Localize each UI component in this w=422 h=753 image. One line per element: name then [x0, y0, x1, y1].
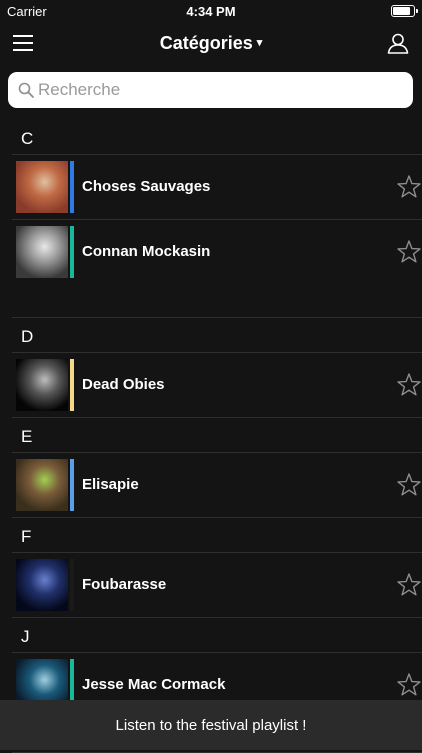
user-profile-icon[interactable]: [387, 32, 409, 54]
battery-icon: [391, 5, 418, 17]
artist-row[interactable]: Dead Obies: [12, 353, 422, 418]
favorite-star-icon[interactable]: [396, 372, 422, 398]
favorite-star-icon[interactable]: [396, 174, 422, 200]
artist-photo: [16, 161, 68, 213]
artist-name: Connan Mockasin: [82, 243, 211, 260]
category-color-bar: [70, 161, 74, 213]
artist-row[interactable]: Foubarasse: [12, 553, 422, 618]
favorite-star-icon[interactable]: [396, 572, 422, 598]
artist-row[interactable]: Connan Mockasin: [12, 220, 422, 318]
category-color-bar: [70, 459, 74, 511]
artist-list: C Choses Sauvages Connan Mockasin D Dead Obi…: [0, 120, 422, 753]
artist-photo: [16, 226, 68, 278]
artist-name: Elisapie: [82, 476, 139, 493]
search-bar[interactable]: [8, 72, 413, 108]
section-letter: E: [21, 427, 33, 446]
artist-photo: [16, 459, 68, 511]
section-header: E: [12, 418, 422, 453]
nav-title[interactable]: Catégories: [160, 33, 253, 53]
category-color-bar: [70, 559, 74, 611]
clock: 4:34 PM: [186, 4, 236, 19]
artist-name: Foubarasse: [82, 576, 167, 593]
favorite-star-icon[interactable]: [396, 239, 422, 265]
favorite-star-icon[interactable]: [396, 672, 422, 698]
category-color-bar: [70, 359, 74, 411]
artist-row[interactable]: Choses Sauvages: [12, 155, 422, 220]
artist-photo: [16, 359, 68, 411]
caret-down-icon[interactable]: ▾: [257, 36, 263, 49]
section-header: D: [12, 318, 422, 353]
footer-label[interactable]: Listen to the festival playlist !: [0, 717, 422, 734]
section-letter: D: [21, 327, 34, 346]
favorite-star-icon[interactable]: [396, 472, 422, 498]
playlist-footer-button[interactable]: Listen to the festival playlist !: [0, 700, 422, 750]
artist-name: Dead Obies: [82, 376, 165, 393]
artist-name: Jesse Mac Cormack: [82, 676, 226, 693]
navigation-bar: Catégories ▾: [0, 22, 422, 66]
search-input[interactable]: [38, 79, 398, 101]
section-header: C: [12, 120, 422, 155]
artist-name: Choses Sauvages: [82, 178, 211, 195]
section-header: J: [12, 618, 422, 653]
search-icon: [18, 82, 34, 98]
status-bar: Carrier 4:34 PM: [0, 0, 422, 22]
category-color-bar: [70, 226, 74, 278]
artist-row[interactable]: Elisapie: [12, 453, 422, 518]
section-letter: J: [21, 627, 30, 646]
section-letter: F: [21, 527, 32, 546]
section-letter: C: [21, 129, 34, 148]
category-selector[interactable]: Catégories ▾: [0, 33, 422, 54]
section-header: F: [12, 518, 422, 553]
artist-photo: [16, 559, 68, 611]
